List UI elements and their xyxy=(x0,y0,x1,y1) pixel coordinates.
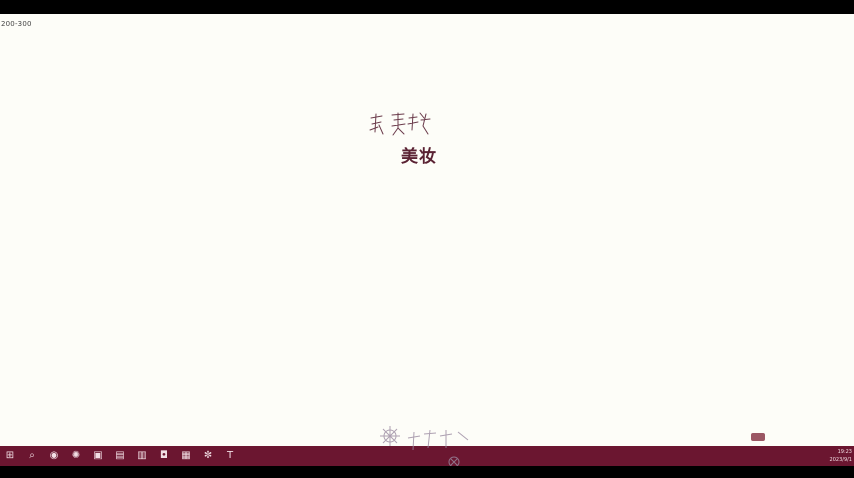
system-tray-clock[interactable]: 19:23 2023/9/1 xyxy=(822,448,852,464)
screen: 200-300 美妆 ⊞ ⌕ ◉ ✺ ▣ ▤ ▥ ◘ ▦ ✼ T 19:23 2… xyxy=(0,0,854,478)
corner-note: 200-300 xyxy=(1,20,32,28)
bottom-letterbox-bar xyxy=(0,466,854,478)
page-heading: 美妆 xyxy=(401,147,437,167)
app-icon-6[interactable]: ◘ xyxy=(157,449,171,463)
app-icon-9[interactable]: T xyxy=(223,449,237,463)
app-icon-4[interactable]: ▤ xyxy=(113,449,127,463)
taskbar: ⊞ ⌕ ◉ ✺ ▣ ▤ ▥ ◘ ▦ ✼ T 19:23 2023/9/1 xyxy=(0,446,854,466)
app-icon-3[interactable]: ▣ xyxy=(91,449,105,463)
windows-start-icon[interactable]: ⊞ xyxy=(3,449,17,463)
app-icon-8[interactable]: ✼ xyxy=(201,449,215,463)
tray-time: 19:23 xyxy=(837,449,852,455)
search-icon[interactable]: ⌕ xyxy=(25,449,39,463)
app-icon-5[interactable]: ▥ xyxy=(135,449,149,463)
tray-date: 2023/9/1 xyxy=(829,457,852,463)
app-icon-2[interactable]: ✺ xyxy=(69,449,83,463)
app-icon-1[interactable]: ◉ xyxy=(47,449,61,463)
pen-tool-indicator[interactable] xyxy=(751,433,765,441)
handwritten-text xyxy=(369,112,431,136)
app-icon-7[interactable]: ▦ xyxy=(179,449,193,463)
whiteboard-canvas[interactable]: 200-300 美妆 xyxy=(0,14,854,446)
top-letterbox-bar xyxy=(0,0,854,14)
